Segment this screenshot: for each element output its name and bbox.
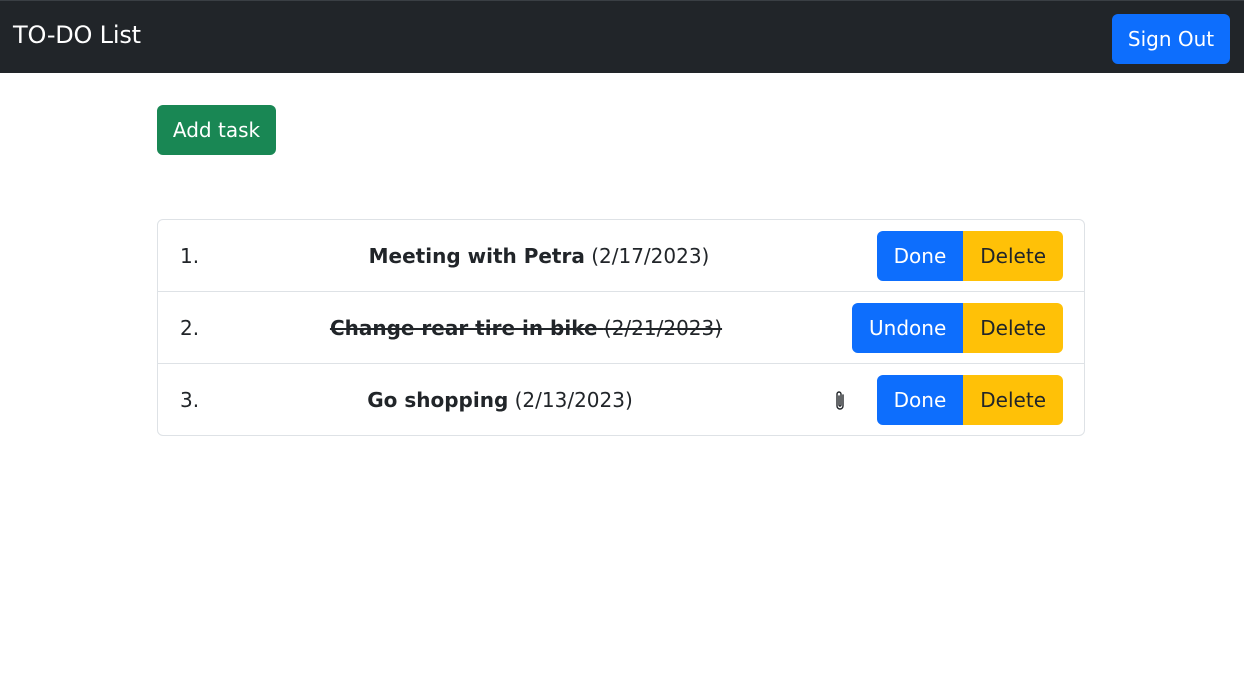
task-date: (2/21/2023) <box>603 316 723 340</box>
task-number: 3. <box>180 388 200 412</box>
task-actions: Done Delete <box>876 231 1063 281</box>
task-number: 1. <box>180 244 200 268</box>
done-button[interactable]: Done <box>876 231 964 281</box>
app-title: TO-DO List <box>13 21 141 49</box>
delete-button[interactable]: Delete <box>963 303 1063 353</box>
delete-button[interactable]: Delete <box>963 231 1063 281</box>
paperclip-icon[interactable] <box>832 389 848 413</box>
task-text: Meeting with Petra (2/17/2023) <box>369 244 710 268</box>
task-title: Go shopping <box>367 388 509 412</box>
delete-button[interactable]: Delete <box>963 375 1063 425</box>
task-title: Change rear tire in bike <box>329 316 598 340</box>
task-row: 3. Go shopping (2/13/2023) Done Delete <box>158 364 1084 435</box>
add-task-button[interactable]: Add task <box>157 105 276 155</box>
undone-button[interactable]: Undone <box>852 303 964 353</box>
task-number: 2. <box>180 316 200 340</box>
task-actions: Done Delete <box>876 375 1063 425</box>
task-list: 1. Meeting with Petra (2/17/2023) Done D… <box>157 219 1085 436</box>
task-date: (2/13/2023) <box>514 388 633 412</box>
done-button[interactable]: Done <box>876 375 964 425</box>
task-date: (2/17/2023) <box>591 244 710 268</box>
task-title: Meeting with Petra <box>368 244 585 268</box>
task-text: Change rear tire in bike (2/21/2023) <box>330 316 722 340</box>
task-actions: Undone Delete <box>852 303 1063 353</box>
task-text: Go shopping (2/13/2023) <box>367 388 633 412</box>
task-row: 2. Change rear tire in bike (2/21/2023) … <box>158 292 1084 364</box>
task-row: 1. Meeting with Petra (2/17/2023) Done D… <box>158 220 1084 292</box>
navbar: TO-DO List Sign Out <box>0 0 1244 73</box>
sign-out-button[interactable]: Sign Out <box>1112 14 1230 64</box>
